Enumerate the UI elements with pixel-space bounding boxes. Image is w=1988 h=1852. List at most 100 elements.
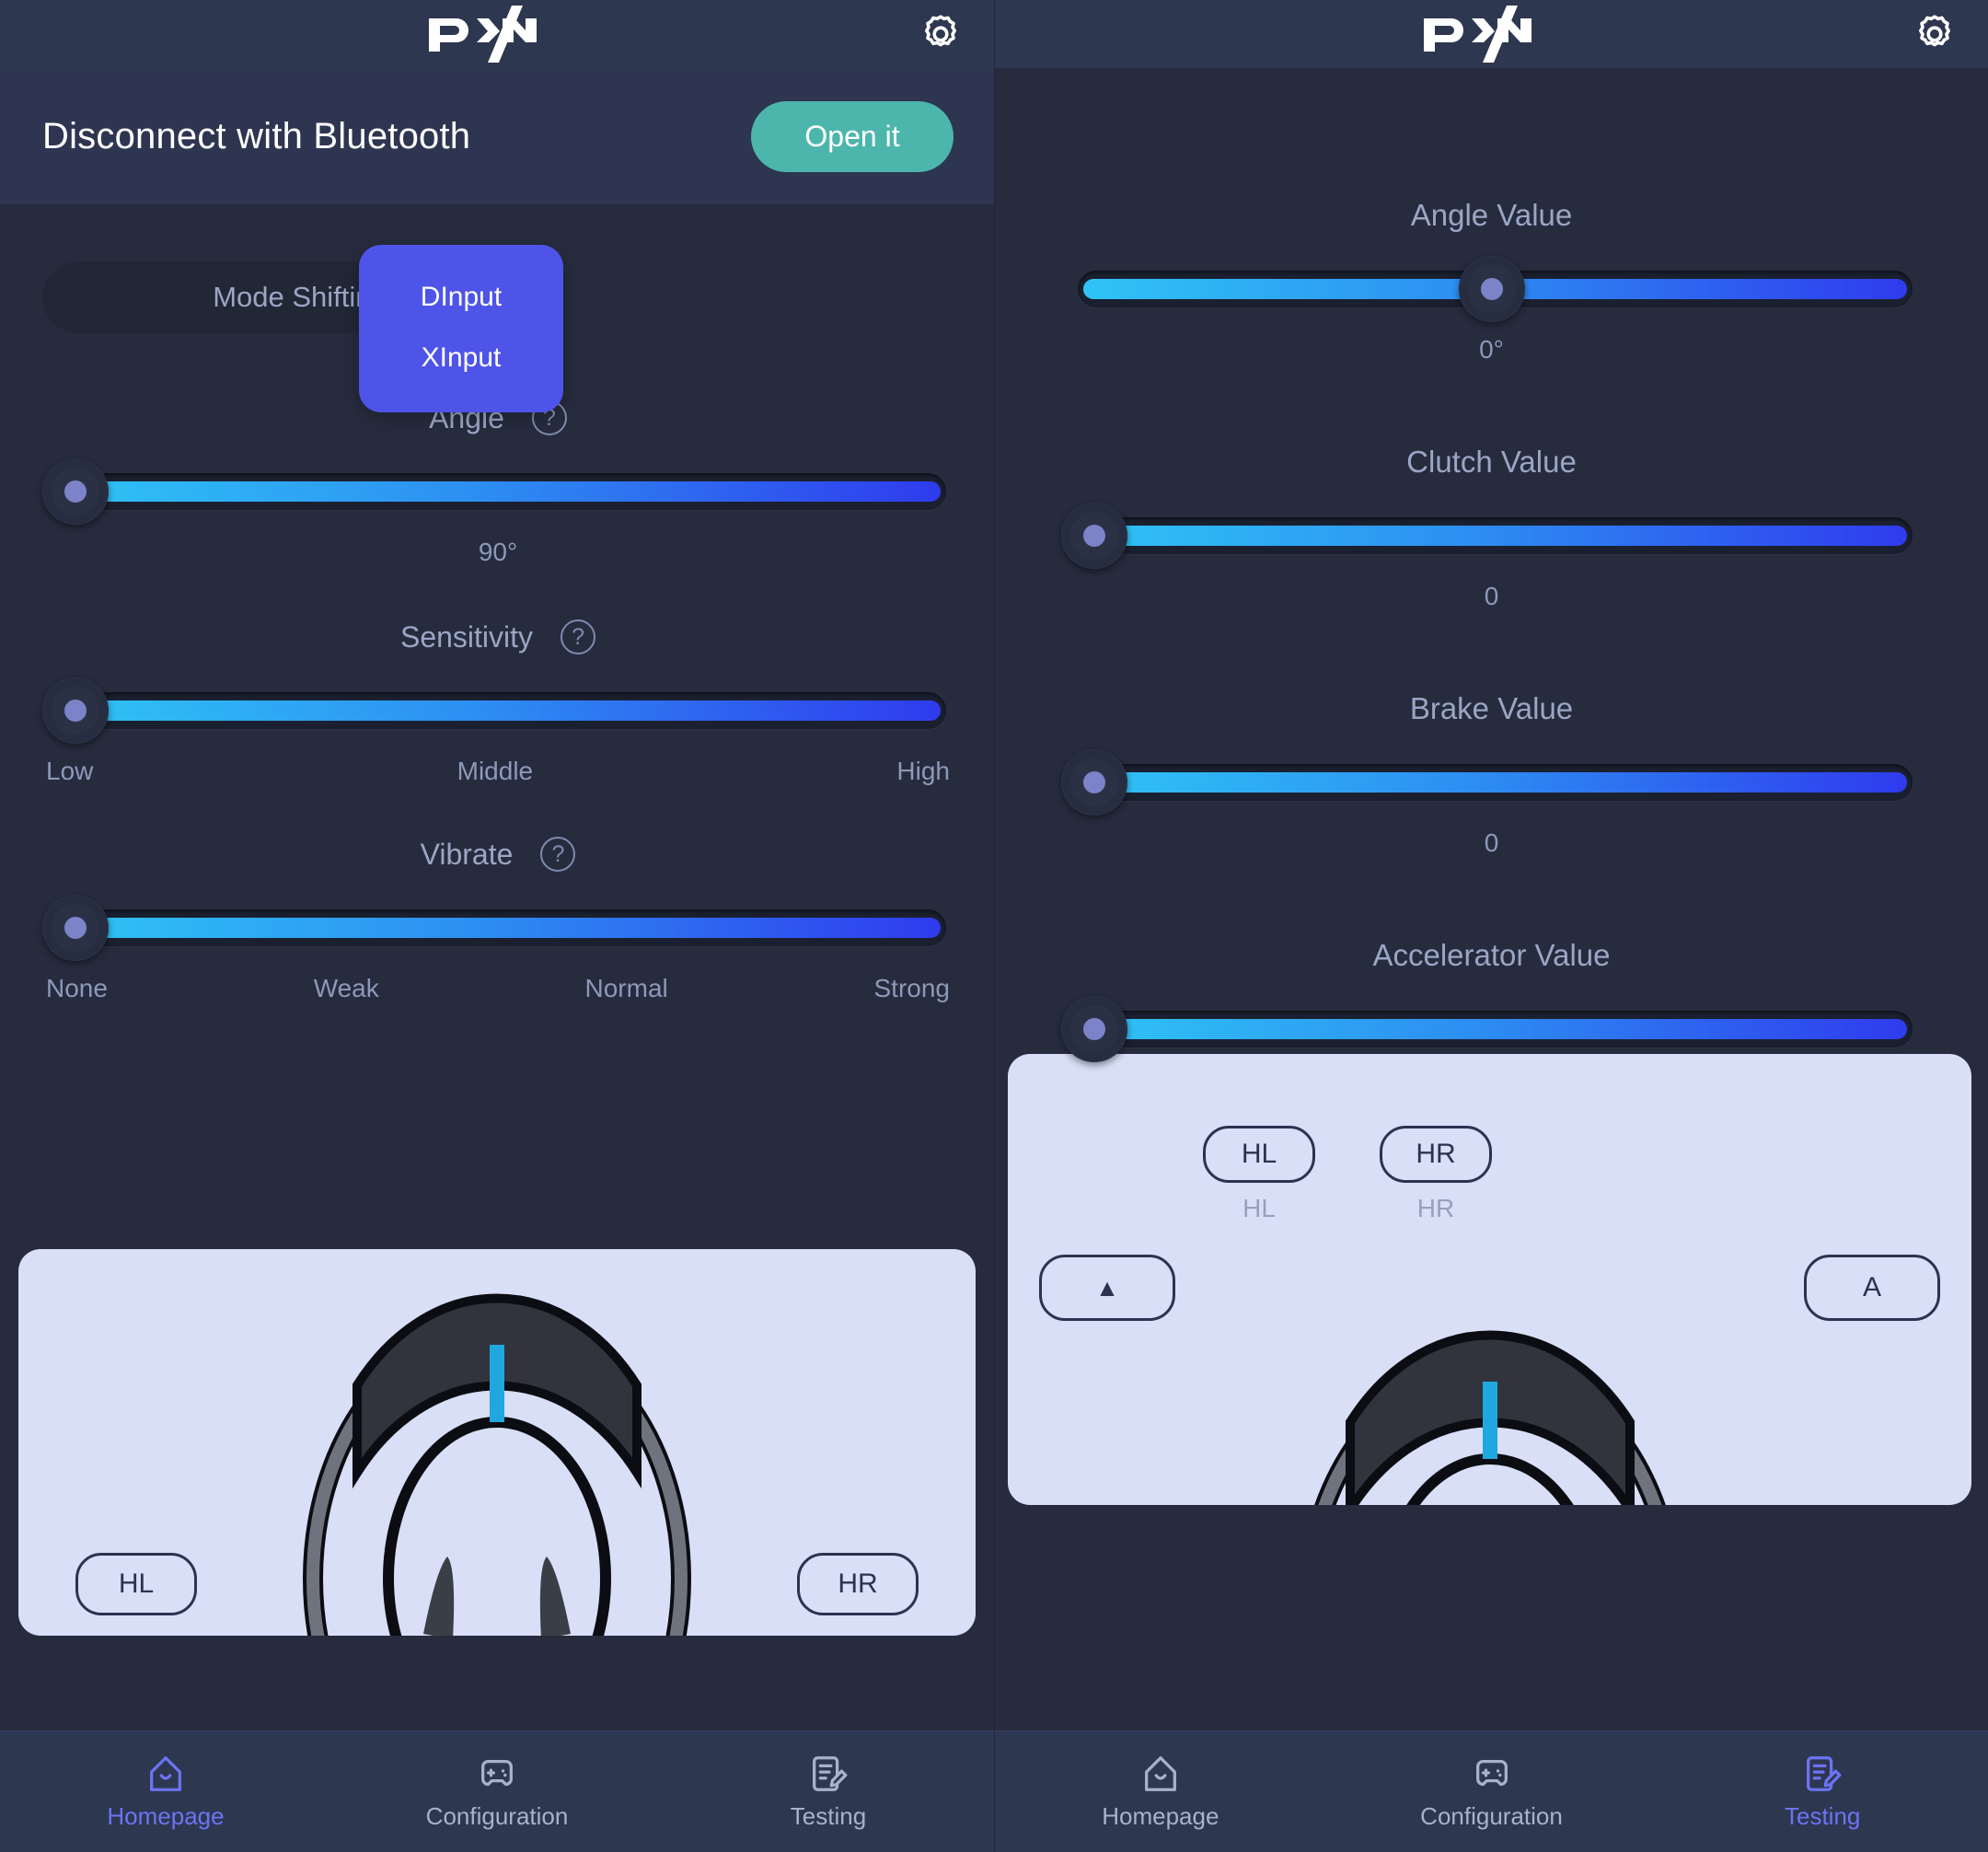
- sensitivity-tick-low: Low: [46, 757, 94, 785]
- brake-value-slider[interactable]: [1061, 749, 1918, 816]
- sensitivity-tick-high: High: [896, 757, 950, 785]
- angle-slider-thumb[interactable]: [42, 458, 109, 525]
- gamepad-icon: [476, 1753, 518, 1795]
- angle-value-thumb[interactable]: [1458, 256, 1525, 322]
- clutch-value-thumb[interactable]: [1061, 503, 1127, 569]
- vibrate-tick-strong: Strong: [873, 974, 951, 1002]
- clutch-value-fill: [1083, 526, 1907, 546]
- brake-value-header: Brake Value: [1065, 681, 1918, 736]
- pxn-logo-icon: [1418, 6, 1566, 63]
- nav-item-testing[interactable]: Testing: [663, 1753, 994, 1831]
- accelerator-value-slider[interactable]: [1061, 996, 1918, 1062]
- brake-value-label: Brake Value: [1409, 691, 1574, 725]
- nav-item-testing[interactable]: Testing: [1657, 1753, 1988, 1831]
- sensitivity-slider-track: [59, 692, 946, 729]
- preview-button-hr[interactable]: HR: [1380, 1126, 1492, 1183]
- clutch-value-slider[interactable]: [1061, 503, 1918, 569]
- home-icon: [144, 1753, 187, 1795]
- accelerator-value-header: Accelerator Value: [1065, 928, 1918, 983]
- sensitivity-ticks: Low Middle High: [42, 757, 954, 786]
- nav-item-configuration[interactable]: Configuration: [1326, 1753, 1658, 1831]
- right-app-bar: [995, 0, 1988, 68]
- sensitivity-slider-thumb[interactable]: [42, 677, 109, 744]
- nav-item-homepage[interactable]: Homepage: [0, 1753, 331, 1831]
- vibrate-control: Vibrate ? None Weak Normal Strong: [42, 827, 954, 1003]
- pxn-logo-icon: [423, 6, 571, 63]
- brake-value-track: [1078, 764, 1913, 801]
- nav-label-configuration: Configuration: [425, 1802, 569, 1830]
- nav-item-homepage[interactable]: Homepage: [995, 1753, 1326, 1831]
- brake-value-thumb[interactable]: [1061, 749, 1127, 816]
- accelerator-value-fill: [1083, 1019, 1907, 1039]
- open-it-button[interactable]: Open it: [751, 100, 954, 172]
- document-edit-icon: [807, 1753, 850, 1795]
- left-panel-body: Mode Shifting DInput XInput Angle ? 90° …: [0, 204, 994, 1730]
- clutch-value-control: Clutch Value 0: [1061, 434, 1918, 611]
- dual-panel-screenshot: Disconnect with Bluetooth Open it Mode S…: [0, 0, 1988, 1852]
- accelerator-value-label: Accelerator Value: [1372, 938, 1611, 972]
- sensitivity-slider[interactable]: [42, 677, 954, 744]
- angle-slider[interactable]: [42, 458, 954, 525]
- nav-item-configuration[interactable]: Configuration: [331, 1753, 663, 1831]
- angle-slider-track: [59, 473, 946, 510]
- right-panel: Angle Value 0° Clutch Value 0 Brake Valu…: [994, 0, 1988, 1852]
- vibrate-slider-thumb[interactable]: [42, 895, 109, 961]
- vibrate-label: Vibrate: [420, 837, 514, 871]
- vibrate-tick-weak: Weak: [313, 974, 379, 1002]
- bluetooth-status-text: Disconnect with Bluetooth: [42, 115, 471, 156]
- preview-button-up[interactable]: ▲: [1039, 1255, 1175, 1321]
- vibrate-tick-none: None: [46, 974, 108, 1002]
- preview-caption-hr: HR: [1416, 1194, 1455, 1222]
- gear-icon[interactable]: [919, 12, 963, 56]
- angle-slider-fill: [64, 481, 941, 502]
- question-mark-icon[interactable]: ?: [540, 837, 576, 872]
- nav-label-homepage: Homepage: [107, 1802, 225, 1830]
- angle-value-control: Angle Value 0°: [1065, 188, 1918, 365]
- mode-dropdown-menu[interactable]: DInput XInput: [359, 245, 563, 412]
- sensitivity-header: Sensitivity ?: [42, 609, 954, 665]
- vibrate-slider[interactable]: [42, 895, 954, 961]
- right-bottom-nav: Homepage Configuration Testing: [995, 1730, 1988, 1852]
- brake-value-control: Brake Value 0: [1061, 681, 1918, 858]
- steering-wheel-graphic: [1140, 1312, 1840, 1505]
- gear-icon[interactable]: [1913, 12, 1957, 56]
- angle-value-readout: 0°: [1479, 335, 1504, 364]
- clutch-value-readout: 0: [1484, 582, 1499, 610]
- nav-label-testing: Testing: [1784, 1802, 1861, 1830]
- preview-button-hl[interactable]: HL: [1203, 1126, 1315, 1183]
- sensitivity-label: Sensitivity: [399, 619, 534, 654]
- brake-value-fill: [1083, 772, 1907, 793]
- vibrate-tick-normal: Normal: [584, 974, 668, 1002]
- accelerator-value-track: [1078, 1011, 1913, 1048]
- sensitivity-control: Sensitivity ? Low Middle High: [42, 609, 954, 786]
- mode-option-dinput[interactable]: DInput: [359, 267, 563, 328]
- left-wheel-preview-card: HL HR: [18, 1249, 976, 1636]
- nav-label-homepage: Homepage: [1102, 1802, 1219, 1830]
- document-edit-icon: [1801, 1753, 1844, 1795]
- angle-value-slider[interactable]: [1065, 256, 1918, 322]
- clutch-value-label: Clutch Value: [1406, 445, 1577, 479]
- vibrate-slider-fill: [64, 918, 941, 938]
- question-mark-icon[interactable]: ?: [561, 619, 596, 654]
- angle-control: Angle ? 90°: [42, 390, 954, 567]
- accelerator-value-thumb[interactable]: [1061, 996, 1127, 1062]
- left-app-bar: [0, 0, 994, 68]
- home-icon: [1139, 1753, 1182, 1795]
- bluetooth-status-banner: Disconnect with Bluetooth Open it: [0, 68, 994, 204]
- clutch-value-header: Clutch Value: [1065, 434, 1918, 490]
- preview-button-hr[interactable]: HR: [797, 1553, 919, 1615]
- angle-value: 90°: [478, 538, 518, 566]
- nav-label-configuration: Configuration: [1420, 1802, 1563, 1830]
- right-panel-body: Angle Value 0° Clutch Value 0 Brake Valu…: [995, 68, 1988, 1730]
- vibrate-header: Vibrate ?: [42, 827, 954, 882]
- sensitivity-slider-fill: [64, 700, 941, 721]
- right-wheel-preview-card: HL HL HR HR ▲ A: [1008, 1054, 1971, 1505]
- vibrate-slider-track: [59, 909, 946, 946]
- brake-value-readout: 0: [1484, 828, 1499, 857]
- angle-value-label: Angle Value: [1410, 198, 1573, 232]
- preview-button-a[interactable]: A: [1804, 1255, 1940, 1321]
- gamepad-icon: [1471, 1753, 1513, 1795]
- vibrate-ticks: None Weak Normal Strong: [42, 974, 954, 1003]
- mode-option-xinput[interactable]: XInput: [359, 328, 563, 388]
- preview-button-hl[interactable]: HL: [75, 1553, 197, 1615]
